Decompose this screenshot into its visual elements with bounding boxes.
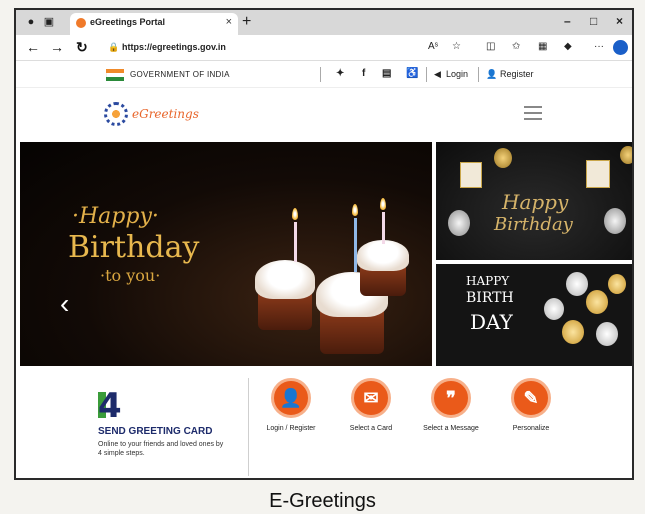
split-screen-icon[interactable]: ◫ <box>486 41 495 52</box>
step-label: Login / Register <box>266 425 316 432</box>
step-label: Personalize <box>512 425 550 432</box>
gift-box-image <box>586 160 610 188</box>
hero-line-2: Birthday <box>68 230 200 265</box>
site-header: eGreetings <box>16 88 632 142</box>
balloon-image <box>596 322 618 346</box>
step-label: Select a Card <box>349 425 393 432</box>
send-greeting-heading: SEND GREETING CARD <box>98 426 213 437</box>
tab-egreetings[interactable]: eGreetings Portal × <box>70 13 238 35</box>
forward-icon[interactable]: → <box>50 39 64 55</box>
envelope-icon[interactable]: ✉ <box>351 378 391 418</box>
egreetings-logo-icon[interactable] <box>104 102 128 126</box>
india-flag-icon <box>106 69 124 81</box>
steps-count: 4 <box>98 386 122 426</box>
candle-image <box>354 218 357 272</box>
maximize-button[interactable]: □ <box>590 14 597 28</box>
hamburger-menu-icon[interactable] <box>524 106 542 124</box>
hero-carousel[interactable]: ·Happy· Birthday ·to you· ‹ <box>20 142 432 366</box>
favicon-icon <box>76 18 86 28</box>
balloon-image <box>620 146 632 164</box>
figure-caption: E-Greetings <box>269 490 376 512</box>
cupcake-image <box>254 260 316 330</box>
flame-image <box>380 198 386 210</box>
steps-section: 4 SEND GREETING CARD Online to your frie… <box>16 366 632 478</box>
close-window-button[interactable]: × <box>616 14 623 28</box>
read-aloud-icon[interactable]: Aˢ <box>428 41 438 52</box>
candle-image <box>382 212 385 244</box>
gift-box-image <box>460 162 482 188</box>
facebook-icon[interactable]: f <box>362 68 365 79</box>
twitter-icon[interactable]: ✦ <box>336 68 344 79</box>
accessibility-icon[interactable]: ♿ <box>406 68 418 79</box>
candle-image <box>294 222 297 262</box>
flame-image <box>292 208 298 220</box>
divider <box>320 67 321 82</box>
tab-close-button[interactable]: × <box>226 16 232 28</box>
balloon-image <box>544 298 564 320</box>
government-bar: GOVERNMENT OF INDIA ✦ f ▤ ♿ ◀ Login 👤 Re… <box>16 62 632 88</box>
side-banner-bottom-line-2: BIRTH <box>466 290 514 306</box>
new-tab-button[interactable]: + <box>242 12 251 32</box>
back-icon[interactable]: ← <box>26 39 40 55</box>
side-banner-bottom-line-3: DAY <box>470 310 513 334</box>
login-link[interactable]: Login <box>446 69 468 79</box>
side-banner-top-line-1: Happy <box>502 190 569 214</box>
hero-line-1: ·Happy· <box>72 204 159 229</box>
more-menu-icon[interactable]: ··· <box>594 41 604 52</box>
divider <box>248 378 249 476</box>
step-select-message[interactable]: ❞ Select a Message <box>416 378 486 433</box>
url-field[interactable]: https://egreetings.gov.in <box>122 42 226 52</box>
side-banner-top-line-2: Birthday <box>494 214 573 235</box>
site-logo-text[interactable]: eGreetings <box>132 107 199 121</box>
minimize-button[interactable]: – <box>564 14 571 28</box>
carousel-prev-button[interactable]: ‹ <box>60 288 69 320</box>
browser-profile-icon[interactable] <box>613 40 628 55</box>
edit-icon[interactable]: ✎ <box>511 378 551 418</box>
hero-line-3: ·to you· <box>100 266 161 285</box>
profile-icon[interactable]: ● <box>24 15 38 29</box>
step-select-card[interactable]: ✉ Select a Card <box>336 378 406 433</box>
divider <box>426 67 427 82</box>
balloon-image <box>448 210 470 236</box>
balloon-image <box>586 290 608 314</box>
step-personalize[interactable]: ✎ Personalize <box>496 378 566 433</box>
refresh-icon[interactable]: ↻ <box>76 39 88 56</box>
step-login-register[interactable]: 👤 Login / Register <box>256 378 326 433</box>
balloon-image <box>562 320 584 344</box>
side-banner-happy-birthday[interactable]: Happy Birthday <box>436 142 632 260</box>
divider <box>478 67 479 82</box>
extensions-icon[interactable]: ◆ <box>564 41 572 52</box>
step-label: Select a Message <box>423 425 479 432</box>
browser-window: ● ▣ eGreetings Portal × + – □ × ← → ↻ 🔒 … <box>14 8 634 480</box>
favorites-icon[interactable]: ✩ <box>512 41 520 52</box>
side-banner-bottom-line-1: HAPPY <box>466 274 510 288</box>
gov-text: GOVERNMENT OF INDIA <box>130 70 230 79</box>
tab-title: eGreetings Portal <box>90 17 166 27</box>
speaker-icon: ◀ <box>434 69 441 79</box>
register-link[interactable]: Register <box>500 69 534 79</box>
address-bar: ← → ↻ 🔒 https://egreetings.gov.in Aˢ ☆ ◫… <box>16 35 632 61</box>
lock-icon[interactable]: 🔒 <box>108 42 119 53</box>
balloon-image <box>608 274 626 294</box>
collections-icon[interactable]: ▦ <box>538 41 547 52</box>
send-greeting-description: Online to your friends and loved ones by… <box>98 441 224 457</box>
quote-icon[interactable]: ❞ <box>431 378 471 418</box>
cupcake-image <box>357 240 409 296</box>
favorite-star-icon[interactable]: ☆ <box>452 41 461 52</box>
sitemap-icon[interactable]: ▤ <box>382 68 391 79</box>
flame-image <box>352 204 358 216</box>
balloon-image <box>604 208 626 234</box>
balloon-image <box>566 272 588 296</box>
user-icon: 👤 <box>486 69 498 79</box>
user-icon[interactable]: 👤 <box>271 378 311 418</box>
side-banner-happy-birth-day[interactable]: HAPPY BIRTH DAY <box>436 264 632 366</box>
balloon-image <box>494 148 512 168</box>
tab-bar: ● ▣ eGreetings Portal × + – □ × <box>16 10 632 35</box>
tab-actions-icon[interactable]: ▣ <box>42 15 56 29</box>
